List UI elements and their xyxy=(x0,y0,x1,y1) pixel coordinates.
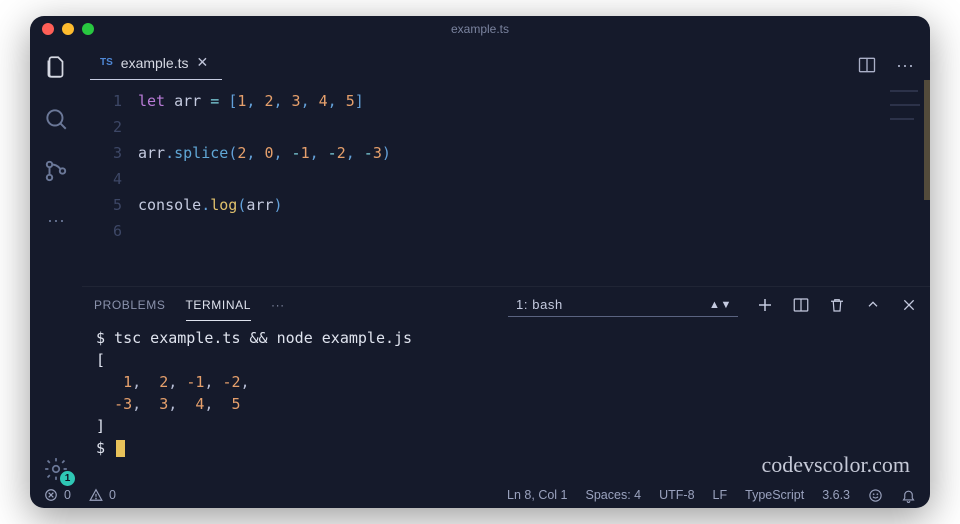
status-warnings-count: 0 xyxy=(109,488,116,502)
split-editor-icon[interactable] xyxy=(856,54,878,76)
status-ts-version[interactable]: 3.6.3 xyxy=(822,488,850,502)
close-window-button[interactable] xyxy=(42,23,54,35)
tab-filename: example.ts xyxy=(121,55,189,71)
status-encoding[interactable]: UTF-8 xyxy=(659,488,694,502)
line-gutter: 123456 xyxy=(82,88,138,286)
status-errors-count: 0 xyxy=(64,488,71,502)
terminal-selector-label: 1: bash xyxy=(516,297,563,312)
status-errors[interactable]: 0 xyxy=(44,488,71,502)
minimap[interactable] xyxy=(884,86,926,156)
zoom-window-button[interactable] xyxy=(82,23,94,35)
source-control-icon[interactable] xyxy=(43,158,69,184)
select-chevrons-icon: ▲▼ xyxy=(709,299,732,311)
close-tab-icon[interactable]: ✕ xyxy=(196,54,208,71)
editor-tabs: TS example.ts ✕ xyxy=(82,42,930,80)
split-terminal-icon[interactable] xyxy=(792,296,810,314)
terminal-output[interactable]: $ tsc example.ts && node example.js [ 1,… xyxy=(82,323,930,482)
activity-bar: ··· 1 xyxy=(30,42,82,482)
titlebar: example.ts xyxy=(30,16,930,42)
typescript-file-icon: TS xyxy=(100,57,113,68)
settings-badge: 1 xyxy=(60,471,75,486)
search-icon[interactable] xyxy=(43,106,69,132)
tab-example-ts[interactable]: TS example.ts ✕ xyxy=(90,46,222,80)
feedback-smiley-icon[interactable] xyxy=(868,488,883,503)
status-bar: 0 0 Ln 8, Col 1 Spaces: 4 UTF-8 LF TypeS… xyxy=(30,482,930,508)
close-panel-icon[interactable] xyxy=(900,296,918,314)
status-warnings[interactable]: 0 xyxy=(89,488,116,502)
panel-more-icon[interactable]: ··· xyxy=(271,298,285,312)
terminal-selector[interactable]: 1: bash ▲▼ xyxy=(508,293,738,317)
editor-window: example.ts ··· 1 TS example. xyxy=(30,16,930,508)
minimize-window-button[interactable] xyxy=(62,23,74,35)
status-spaces[interactable]: Spaces: 4 xyxy=(586,488,642,502)
editor-top-actions: ··· xyxy=(856,54,916,76)
settings-gear-icon[interactable]: 1 xyxy=(43,456,69,482)
code-editor[interactable]: 123456 let arr = [1, 2, 3, 4, 5] arr.spl… xyxy=(82,80,930,286)
more-actions-icon[interactable]: ··· xyxy=(894,54,916,76)
window-controls xyxy=(42,23,94,35)
explorer-icon[interactable] xyxy=(43,54,69,80)
maximize-panel-icon[interactable] xyxy=(864,296,882,314)
code-content[interactable]: let arr = [1, 2, 3, 4, 5] arr.splice(2, … xyxy=(138,88,930,286)
status-language[interactable]: TypeScript xyxy=(745,488,804,502)
minimap-slider[interactable] xyxy=(924,80,930,200)
status-eol[interactable]: LF xyxy=(713,488,728,502)
trash-icon[interactable] xyxy=(828,296,846,314)
panel-tab-problems[interactable]: PROBLEMS xyxy=(94,290,166,320)
notifications-bell-icon[interactable] xyxy=(901,488,916,503)
new-terminal-icon[interactable] xyxy=(756,296,774,314)
window-title: example.ts xyxy=(30,22,930,36)
panel-tab-terminal[interactable]: TERMINAL xyxy=(186,290,251,321)
more-icon[interactable]: ··· xyxy=(47,210,65,231)
bottom-panel: PROBLEMS TERMINAL ··· 1: bash ▲▼ xyxy=(82,286,930,482)
status-line-col[interactable]: Ln 8, Col 1 xyxy=(507,488,567,502)
